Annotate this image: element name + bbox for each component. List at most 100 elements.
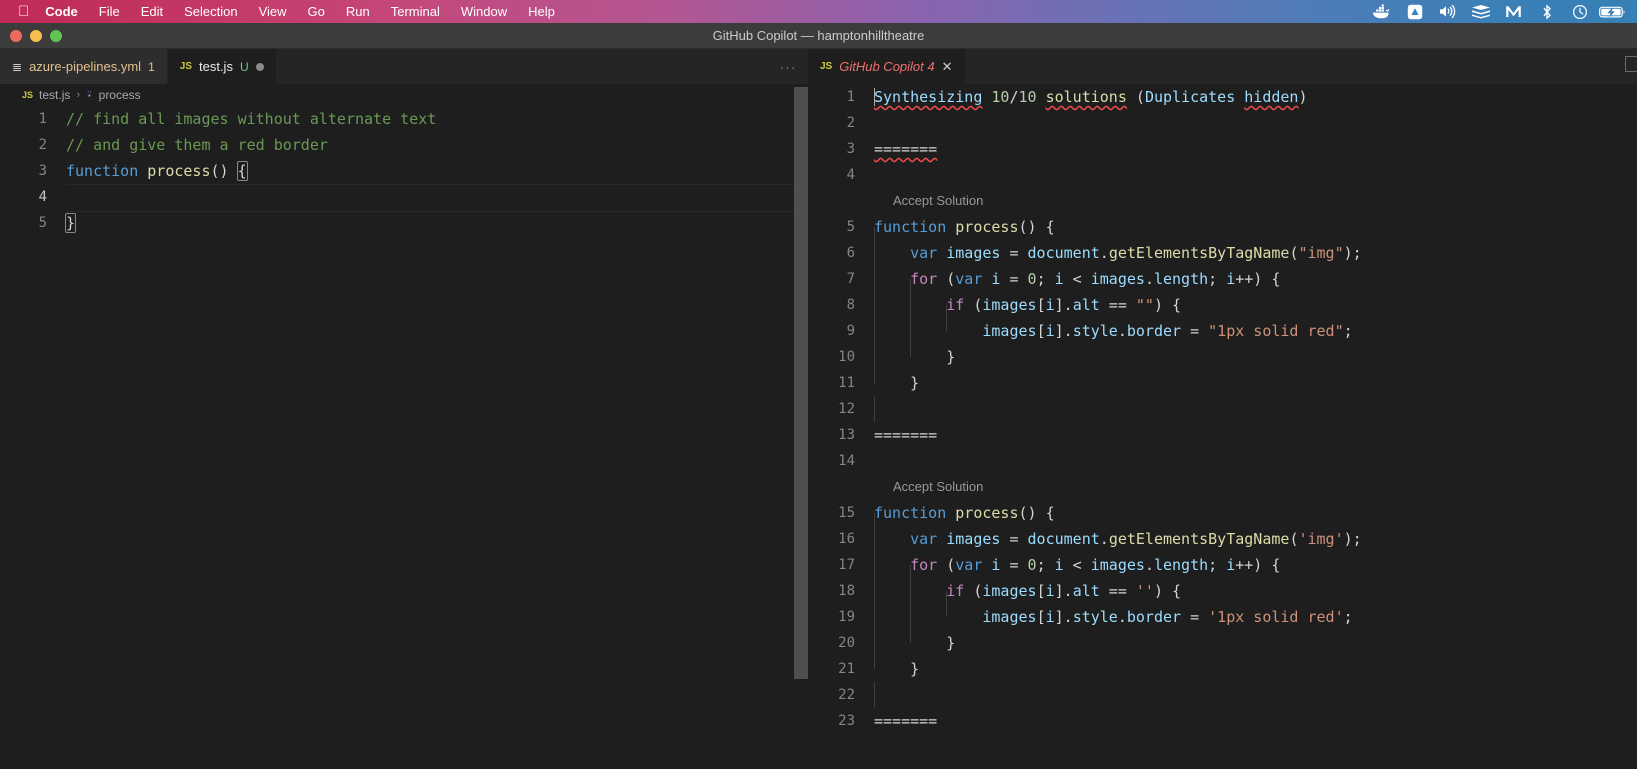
code-line[interactable]: 2 // and give them a red border [0, 132, 808, 158]
code-token: alt [1072, 296, 1100, 314]
code-line[interactable]: 23 ======= [808, 708, 1637, 734]
menu-item-terminal[interactable]: Terminal [391, 4, 440, 19]
apple-logo-icon[interactable]:  [18, 4, 29, 19]
code-line[interactable]: 15 function process() { [808, 500, 1637, 526]
menu-item-help[interactable]: Help [528, 4, 555, 19]
tab-github-copilot[interactable]: JS GitHub Copilot 4 ✕ [808, 49, 966, 84]
menu-item-run[interactable]: Run [346, 4, 370, 19]
code-line[interactable]: 9 images[i].style.border = "1px solid re… [808, 305, 1637, 344]
code-token: process [955, 504, 1019, 522]
close-window-button[interactable] [10, 29, 22, 42]
traffic-lights [10, 29, 62, 42]
code-line[interactable]: 6 var images = document.getElementsByTag… [808, 227, 1637, 266]
indent-guide [910, 565, 911, 591]
dropbox-triangle-icon[interactable] [1398, 0, 1431, 23]
menu-item-edit[interactable]: Edit [141, 4, 163, 19]
malwarebytes-icon[interactable] [1497, 0, 1530, 23]
code-line[interactable]: 4 [808, 162, 1637, 188]
code-token: 10 [991, 88, 1010, 106]
editor-tab-bar-left: ≣ azure-pipelines.yml 1 JS test.js U ··· [0, 49, 808, 84]
js-file-icon: JS [820, 61, 833, 72]
code-editor-left[interactable]: 1 // find all images without alternate te… [0, 106, 808, 236]
code-line[interactable]: 16 var images = document.getElementsByTa… [808, 513, 1637, 552]
line-number: 3 [38, 163, 47, 179]
indent-guide [874, 643, 875, 669]
code-editor-copilot[interactable]: 1 Synthesizing 10/10 solutions (Duplicate… [808, 84, 1637, 734]
code-token: function [874, 504, 956, 522]
indent-guide [910, 617, 911, 643]
code-line[interactable]: 20 } [808, 617, 1637, 656]
tab-dirty-indicator[interactable] [255, 62, 264, 71]
code-token: images [1090, 556, 1145, 574]
code-line[interactable]: 3 function process() { [0, 158, 808, 184]
line-number: 2 [846, 115, 855, 131]
code-line[interactable]: 2 [808, 110, 1637, 136]
menu-item-selection[interactable]: Selection [184, 4, 237, 19]
tab-test-js[interactable]: JS test.js U [167, 49, 277, 84]
menu-item-window[interactable]: Window [461, 4, 507, 19]
code-token: if [946, 296, 974, 314]
code-token: Duplicates [1144, 88, 1236, 106]
docker-whale-icon[interactable] [1365, 0, 1398, 23]
code-token: ); [1343, 530, 1362, 548]
code-token: document [1027, 244, 1100, 262]
code-line[interactable]: 7 for (var i = 0; i < images.length; i++… [808, 253, 1637, 292]
close-icon[interactable]: ✕ [942, 60, 953, 73]
code-line[interactable]: 11 } [808, 357, 1637, 396]
code-line[interactable]: 1 // find all images without alternate te… [0, 106, 808, 132]
code-line[interactable]: 12 [808, 396, 1637, 422]
tab-azure-pipelines-yml[interactable]: ≣ azure-pipelines.yml 1 [0, 49, 168, 84]
clock-icon[interactable] [1563, 0, 1596, 23]
code-token: i [1045, 322, 1055, 340]
menu-item-view[interactable]: View [259, 4, 287, 19]
code-token: } [874, 660, 920, 678]
accept-solution-link[interactable]: Accept Solution [893, 474, 983, 500]
zoom-window-button[interactable] [50, 29, 62, 42]
code-token: ( [1126, 88, 1145, 106]
code-token: border [1126, 322, 1182, 340]
tab-problem-badge: 1 [148, 59, 155, 74]
code-line-content: ======= [874, 708, 1637, 734]
code-line[interactable]: 21 } [808, 643, 1637, 682]
breadcrumb-file[interactable]: test.js [39, 88, 70, 102]
code-line[interactable]: 19 images[i].style.border = '1px solid r… [808, 591, 1637, 630]
breadcrumb-symbol[interactable]: process [99, 88, 141, 102]
menu-item-file[interactable]: File [99, 4, 120, 19]
battery-charging-icon[interactable] [1596, 0, 1629, 23]
code-line[interactable]: 8 if (images[i].alt == "") { [808, 279, 1637, 318]
codelens-row: Accept Solution [808, 474, 1637, 500]
line-number: 15 [838, 505, 855, 521]
code-line[interactable]: 17 for (var i = 0; i < images.length; i+… [808, 539, 1637, 578]
layers-stack-icon[interactable] [1464, 0, 1497, 23]
code-line[interactable]: 10 } [808, 331, 1637, 370]
accept-solution-link[interactable]: Accept Solution [893, 188, 983, 214]
code-line[interactable]: 18 if (images[i].alt == '') { [808, 565, 1637, 604]
menu-item-go[interactable]: Go [308, 4, 325, 19]
code-line[interactable]: 1 Synthesizing 10/10 solutions (Duplicate… [808, 84, 1637, 110]
bluetooth-icon[interactable] [1530, 0, 1563, 23]
volume-icon[interactable] [1431, 0, 1464, 23]
editor-vertical-scrollbar[interactable] [794, 49, 808, 769]
matching-bracket: } [64, 213, 77, 233]
indent-guide [874, 396, 875, 422]
code-line[interactable]: 13 ======= [808, 422, 1637, 448]
code-line-content: var images = document.getElementsByTagNa… [874, 227, 1637, 266]
code-line[interactable]: 14 [808, 448, 1637, 474]
scrollbar-thumb[interactable] [794, 87, 808, 679]
breadcrumb: JS test.js › ⍣ process [0, 84, 808, 106]
code-line[interactable]: 4 [0, 184, 808, 212]
code-token: i [1054, 556, 1064, 574]
code-token: images [982, 296, 1037, 314]
code-token: () [210, 162, 238, 180]
code-line[interactable]: 22 [808, 682, 1637, 708]
menu-item-code[interactable]: Code [45, 4, 78, 19]
code-line[interactable]: 5} [0, 210, 808, 236]
minimize-window-button[interactable] [30, 29, 42, 42]
code-line[interactable]: 5 function process() { [808, 214, 1637, 240]
code-line[interactable]: 3 ======= [808, 136, 1637, 162]
line-number: 8 [846, 297, 855, 313]
code-token: images [982, 608, 1037, 626]
code-token: style [1072, 608, 1118, 626]
